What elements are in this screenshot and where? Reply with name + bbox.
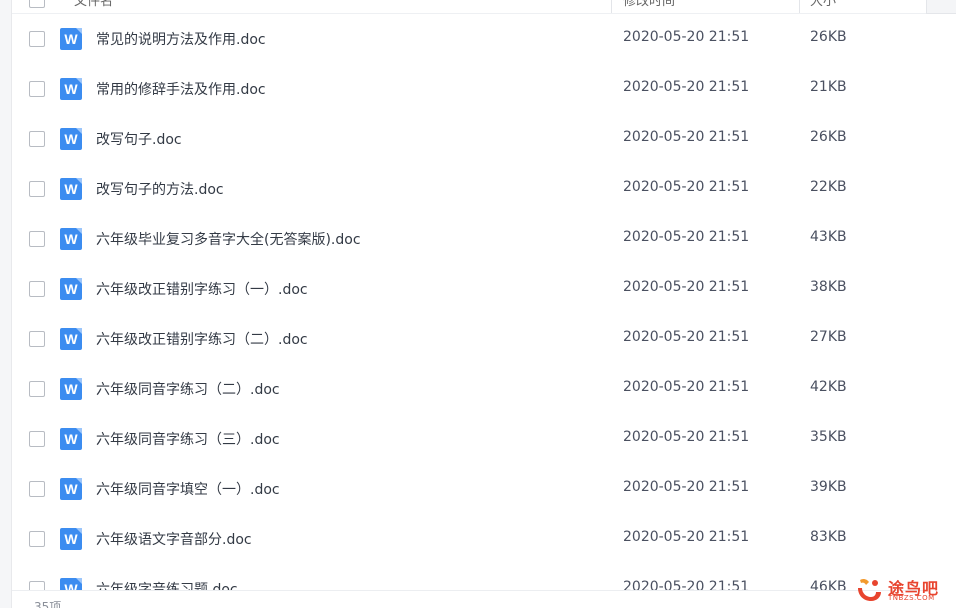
file-size: 46KB xyxy=(810,579,847,590)
left-rail xyxy=(0,0,12,608)
file-row[interactable]: W 改写句子的方法.doc 2020-05-20 21:51 22KB xyxy=(12,164,926,214)
row-checkbox[interactable] xyxy=(29,381,45,397)
word-doc-icon: W xyxy=(60,578,82,590)
row-checkbox[interactable] xyxy=(29,531,45,547)
row-checkbox[interactable] xyxy=(29,231,45,247)
file-row[interactable]: W 六年级改正错别字练习（二）.doc 2020-05-20 21:51 27K… xyxy=(12,314,926,364)
word-doc-icon: W xyxy=(60,278,82,300)
word-doc-icon: W xyxy=(60,428,82,450)
word-doc-icon: W xyxy=(60,528,82,550)
file-date: 2020-05-20 21:51 xyxy=(623,379,750,395)
word-doc-icon: W xyxy=(60,228,82,250)
word-doc-icon: W xyxy=(60,328,82,350)
watermark-subtext: TNBZS.COM xyxy=(888,594,935,602)
header-corner xyxy=(926,0,956,14)
row-checkbox[interactable] xyxy=(29,431,45,447)
row-checkbox[interactable] xyxy=(29,131,45,147)
file-date: 2020-05-20 21:51 xyxy=(623,279,750,295)
file-name[interactable]: 改写句子的方法.doc xyxy=(96,179,224,199)
select-all-checkbox[interactable] xyxy=(29,0,45,8)
file-name[interactable]: 六年级同音字填空（一）.doc xyxy=(96,479,280,499)
word-doc-icon: W xyxy=(60,128,82,150)
file-row[interactable]: W 六年级同音字练习（三）.doc 2020-05-20 21:51 35KB xyxy=(12,414,926,464)
file-name[interactable]: 六年级改正错别字练习（一）.doc xyxy=(96,279,308,299)
row-checkbox[interactable] xyxy=(29,181,45,197)
file-row[interactable]: W 常见的说明方法及作用.doc 2020-05-20 21:51 26KB xyxy=(12,14,926,64)
column-header-date[interactable]: 修改时间 xyxy=(623,0,675,9)
file-name[interactable]: 六年级同音字练习（三）.doc xyxy=(96,429,280,449)
file-list: W 常见的说明方法及作用.doc 2020-05-20 21:51 26KB W… xyxy=(12,14,926,590)
column-divider xyxy=(799,0,800,13)
word-doc-icon: W xyxy=(60,378,82,400)
file-date: 2020-05-20 21:51 xyxy=(623,229,750,245)
file-size: 43KB xyxy=(810,229,847,245)
column-header-size[interactable]: 大小 xyxy=(810,0,836,9)
file-row[interactable]: W 六年级改正错别字练习（一）.doc 2020-05-20 21:51 38K… xyxy=(12,264,926,314)
word-doc-icon: W xyxy=(60,28,82,50)
file-name[interactable]: 六年级毕业复习多音字大全(无答案版).doc xyxy=(96,229,361,249)
row-checkbox[interactable] xyxy=(29,331,45,347)
file-name[interactable]: 六年级字音练习题.doc xyxy=(96,579,238,590)
file-name[interactable]: 六年级改正错别字练习（二）.doc xyxy=(96,329,308,349)
file-date: 2020-05-20 21:51 xyxy=(623,79,750,95)
word-doc-icon: W xyxy=(60,78,82,100)
item-count: 35项 xyxy=(34,600,62,608)
bird-logo-icon xyxy=(858,578,881,601)
watermark-logo: 途鸟吧 TNBZS.COM xyxy=(852,572,952,606)
column-divider xyxy=(611,0,612,13)
status-footer: 35项 xyxy=(12,590,926,608)
file-name[interactable]: 常用的修辞手法及作用.doc xyxy=(96,79,266,99)
file-date: 2020-05-20 21:51 xyxy=(623,129,750,145)
row-checkbox[interactable] xyxy=(29,481,45,497)
file-size: 42KB xyxy=(810,379,847,395)
file-size: 21KB xyxy=(810,79,847,95)
file-size: 35KB xyxy=(810,429,847,445)
file-date: 2020-05-20 21:51 xyxy=(623,529,750,545)
file-row[interactable]: W 六年级毕业复习多音字大全(无答案版).doc 2020-05-20 21:5… xyxy=(12,214,926,264)
file-row[interactable]: W 六年级同音字填空（一）.doc 2020-05-20 21:51 39KB xyxy=(12,464,926,514)
file-date: 2020-05-20 21:51 xyxy=(623,29,750,45)
row-checkbox[interactable] xyxy=(29,31,45,47)
word-doc-icon: W xyxy=(60,178,82,200)
row-checkbox[interactable] xyxy=(29,281,45,297)
word-doc-icon: W xyxy=(60,478,82,500)
row-checkbox[interactable] xyxy=(29,81,45,97)
file-row[interactable]: W 改写句子.doc 2020-05-20 21:51 26KB xyxy=(12,114,926,164)
file-size: 39KB xyxy=(810,479,847,495)
file-size: 83KB xyxy=(810,529,847,545)
file-size: 22KB xyxy=(810,179,847,195)
file-name[interactable]: 六年级语文字音部分.doc xyxy=(96,529,252,549)
file-date: 2020-05-20 21:51 xyxy=(623,179,750,195)
file-list-header: 文件名 修改时间 大小 xyxy=(12,0,926,14)
file-size: 26KB xyxy=(810,29,847,45)
file-row[interactable]: W 常用的修辞手法及作用.doc 2020-05-20 21:51 21KB xyxy=(12,64,926,114)
file-row[interactable]: W 六年级语文字音部分.doc 2020-05-20 21:51 83KB xyxy=(12,514,926,564)
file-row[interactable]: W 六年级字音练习题.doc 2020-05-20 21:51 46KB xyxy=(12,564,926,590)
file-name[interactable]: 六年级同音字练习（二）.doc xyxy=(96,379,280,399)
right-panel-edge xyxy=(926,0,956,608)
column-header-name[interactable]: 文件名 xyxy=(74,0,113,9)
file-size: 38KB xyxy=(810,279,847,295)
file-date: 2020-05-20 21:51 xyxy=(623,579,750,590)
file-name[interactable]: 常见的说明方法及作用.doc xyxy=(96,29,266,49)
file-date: 2020-05-20 21:51 xyxy=(623,429,750,445)
file-row[interactable]: W 六年级同音字练习（二）.doc 2020-05-20 21:51 42KB xyxy=(12,364,926,414)
file-name[interactable]: 改写句子.doc xyxy=(96,129,182,149)
file-size: 26KB xyxy=(810,129,847,145)
row-checkbox[interactable] xyxy=(29,581,45,590)
file-date: 2020-05-20 21:51 xyxy=(623,329,750,345)
file-date: 2020-05-20 21:51 xyxy=(623,479,750,495)
file-size: 27KB xyxy=(810,329,847,345)
